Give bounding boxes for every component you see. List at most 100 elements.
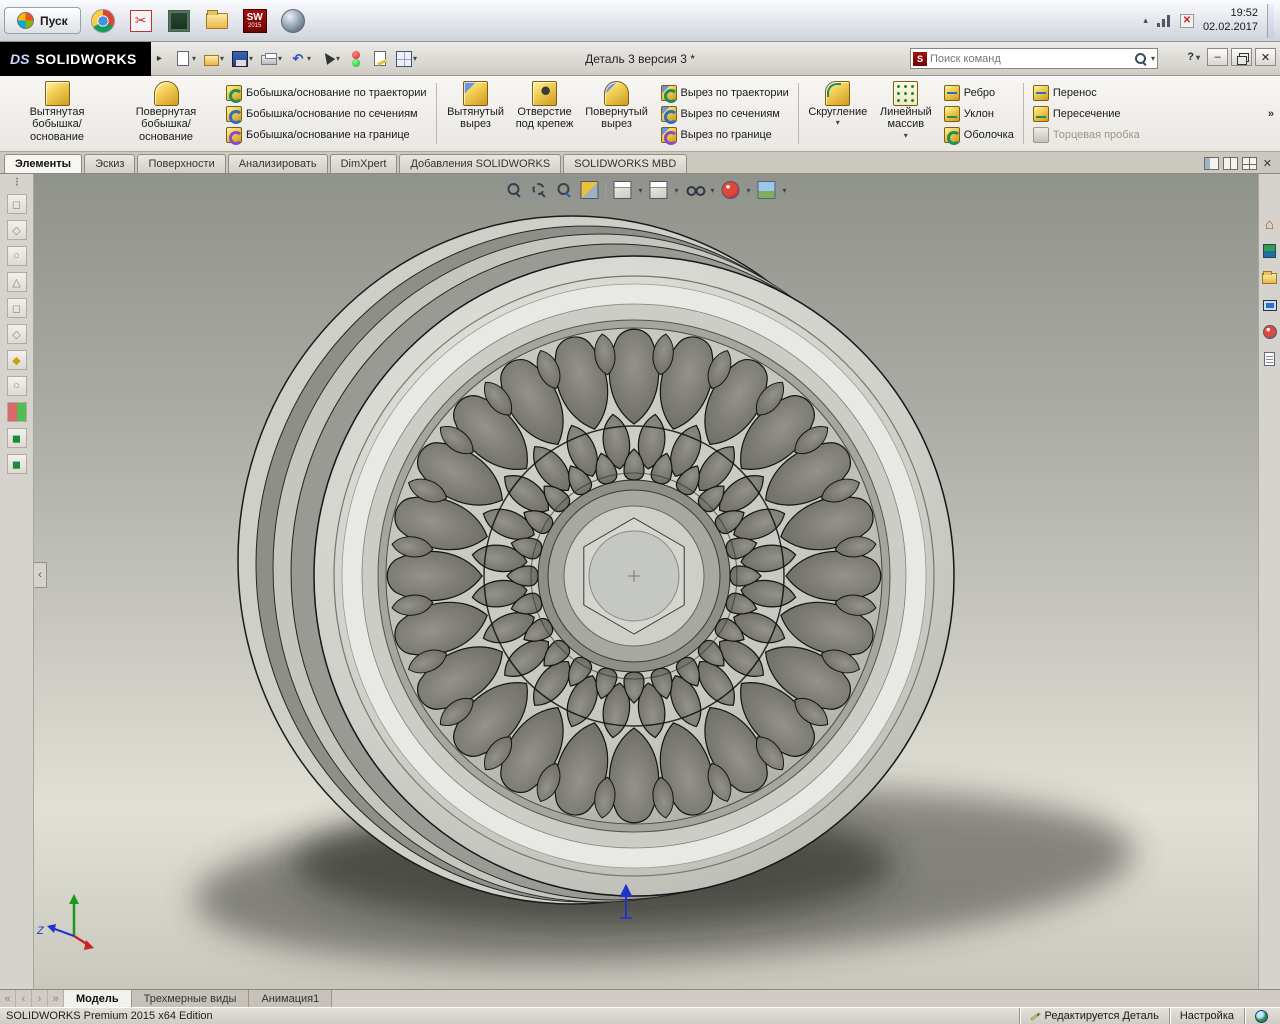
minimize-button[interactable]: – [1207, 48, 1228, 66]
toolbar-drag-handle[interactable] [14, 177, 19, 187]
sketch-toolbar-icon-3[interactable]: ○ [6, 246, 27, 266]
extruded-cut-button[interactable]: Вытянутый вырез [442, 78, 510, 149]
first-tab-button[interactable]: « [0, 990, 16, 1007]
new-document-button[interactable]: ▾ [172, 48, 199, 69]
scene-chevron[interactable]: ▾ [783, 186, 787, 195]
fillet-button[interactable]: Скругление ▾ [804, 78, 872, 149]
featuremanager-flyout-handle[interactable]: ‹ [34, 562, 47, 588]
select-button[interactable]: ▾ [316, 48, 343, 70]
tab-addins[interactable]: Добавления SOLIDWORKS [399, 154, 562, 173]
move-button[interactable]: Перенос [1029, 84, 1144, 102]
sketch-toolbar-icon-6[interactable]: ◇ [6, 324, 27, 344]
tab-3d-views[interactable]: Трехмерные виды [131, 990, 250, 1007]
search-input[interactable] [930, 52, 1131, 65]
menu-flyout-arrow[interactable]: ▸ [155, 53, 164, 64]
view-orientation-chevron[interactable]: ▾ [638, 186, 642, 195]
tab-mbd[interactable]: SOLIDWORKS MBD [563, 154, 688, 173]
sketch-toolbar-icon-11[interactable]: ◼ [6, 454, 27, 474]
tab-features[interactable]: Элементы [4, 154, 83, 173]
sketch-toolbar-icon-2[interactable]: ◇ [6, 220, 27, 240]
swept-boss-button[interactable]: Бобышка/основание по траектории [222, 84, 431, 103]
chrome-taskbar-button[interactable] [87, 5, 119, 37]
save-button[interactable]: ▾ [229, 48, 256, 70]
display-style-chevron[interactable]: ▾ [674, 186, 678, 195]
taskbar-clock[interactable]: 19:52 02.02.2017 [1203, 7, 1258, 35]
lofted-boss-button[interactable]: Бобышка/основание по сечениям [222, 105, 431, 124]
help-button[interactable]: ? ▾ [1183, 50, 1204, 64]
hidden-icons-chevron[interactable]: ▴ [1143, 15, 1148, 26]
file-manager-button[interactable] [201, 5, 233, 37]
resources-home-icon[interactable]: ⌂ [1262, 216, 1278, 233]
command-search-box[interactable]: S ▾ [910, 48, 1158, 69]
tab-sketch[interactable]: Эскиз [84, 154, 136, 173]
sketch-toolbar-icon-10[interactable]: ◼ [6, 428, 27, 448]
hole-wizard-button[interactable]: Отверстие под крепеж [513, 78, 577, 149]
intersect-button[interactable]: Пересечение [1029, 105, 1144, 123]
section-view-icon[interactable] [580, 181, 599, 199]
customize-status[interactable]: Настройка [1168, 1008, 1244, 1024]
graphics-area[interactable]: #petal-ring use, #tip-ring use, #dia-rin… [34, 174, 1258, 989]
swept-cut-button[interactable]: Вырез по траектории [657, 84, 793, 103]
sketch-toolbar-icon-1[interactable]: ◻ [6, 194, 27, 214]
draft-button[interactable]: Уклон [940, 105, 1018, 123]
web-help-segment[interactable] [1244, 1008, 1278, 1024]
lofted-cut-button[interactable]: Вырез по сечениям [657, 105, 793, 124]
revolved-boss-button[interactable]: Повернутая бобышка/основание [113, 78, 219, 149]
extruded-boss-button[interactable]: Вытянутая бобышка/основание [4, 78, 110, 149]
rebuild-button[interactable] [345, 48, 367, 70]
sketch-toolbar-icon-8[interactable]: ○ [6, 376, 27, 396]
zoom-fit-icon[interactable] [505, 181, 523, 199]
solidworks-taskbar-button[interactable]: SW 2015 [239, 5, 271, 37]
tab-evaluate[interactable]: Анализировать [227, 154, 328, 173]
circuit-app-button[interactable] [163, 5, 195, 37]
close-button[interactable]: ✕ [1255, 48, 1276, 66]
print-button[interactable]: ▾ [258, 49, 285, 68]
rib-button[interactable]: Ребро [940, 84, 1018, 102]
design-library-icon[interactable] [1262, 243, 1278, 259]
search-options-chevron[interactable]: ▾ [1151, 54, 1155, 63]
close-pane-icon[interactable]: ✕ [1261, 157, 1274, 170]
revolved-cut-button[interactable]: Повернутый вырез [580, 78, 654, 149]
undo-button[interactable]: ↶ ▾ [287, 48, 314, 70]
alert-flag-icon[interactable]: ✕ [1179, 13, 1194, 28]
four-view-icon[interactable] [1241, 157, 1257, 170]
zoom-area-icon[interactable] [530, 181, 548, 199]
hide-show-chevron[interactable]: ▾ [710, 186, 714, 195]
open-button[interactable]: ▾ [201, 49, 227, 69]
tab-model[interactable]: Модель [64, 990, 132, 1007]
prev-tab-button[interactable]: ‹ [16, 990, 32, 1007]
options-button[interactable]: ▾ [393, 48, 420, 70]
sketch-toolbar-icon-9[interactable] [6, 402, 27, 422]
previous-view-icon[interactable] [555, 181, 573, 199]
shell-button[interactable]: Оболочка [940, 126, 1018, 145]
single-view-icon[interactable] [1203, 157, 1219, 170]
next-tab-button[interactable]: › [32, 990, 48, 1007]
sketch-toolbar-icon-4[interactable]: △ [6, 272, 27, 292]
restore-button[interactable] [1231, 48, 1252, 66]
linear-pattern-button[interactable]: Линейный массив ▾ [875, 78, 937, 149]
tab-animation1[interactable]: Анимация1 [249, 990, 333, 1007]
appearance-chevron[interactable]: ▾ [747, 186, 751, 195]
apply-scene-icon[interactable] [757, 181, 776, 199]
search-icon[interactable] [1134, 52, 1148, 66]
view-orientation-icon[interactable] [613, 181, 632, 199]
file-explorer-icon[interactable] [1262, 270, 1278, 286]
tab-dimxpert[interactable]: DimXpert [329, 154, 398, 173]
two-view-icon[interactable] [1222, 157, 1238, 170]
sketch-toolbar-icon-7[interactable]: ◆ [6, 350, 27, 370]
media-app-button[interactable] [277, 5, 309, 37]
display-style-icon[interactable] [649, 181, 668, 199]
start-button[interactable]: Пуск [4, 7, 81, 34]
show-desktop-button[interactable] [1267, 3, 1274, 38]
ribbon-overflow-chevron[interactable]: » [1268, 108, 1274, 120]
snipping-tool-button[interactable]: ✂ [125, 5, 157, 37]
hide-show-items-icon[interactable] [685, 181, 706, 199]
last-tab-button[interactable]: » [48, 990, 64, 1007]
boundary-boss-button[interactable]: Бобышка/основание на границе [222, 126, 431, 145]
sketch-toolbar-icon-5[interactable]: ◻ [6, 298, 27, 318]
boundary-cut-button[interactable]: Вырез по границе [657, 126, 793, 145]
view-palette-icon[interactable] [1262, 297, 1278, 313]
end-cap-button[interactable]: Торцевая пробка [1029, 126, 1144, 144]
file-properties-button[interactable] [369, 48, 391, 69]
appearances-icon[interactable] [1262, 324, 1278, 340]
